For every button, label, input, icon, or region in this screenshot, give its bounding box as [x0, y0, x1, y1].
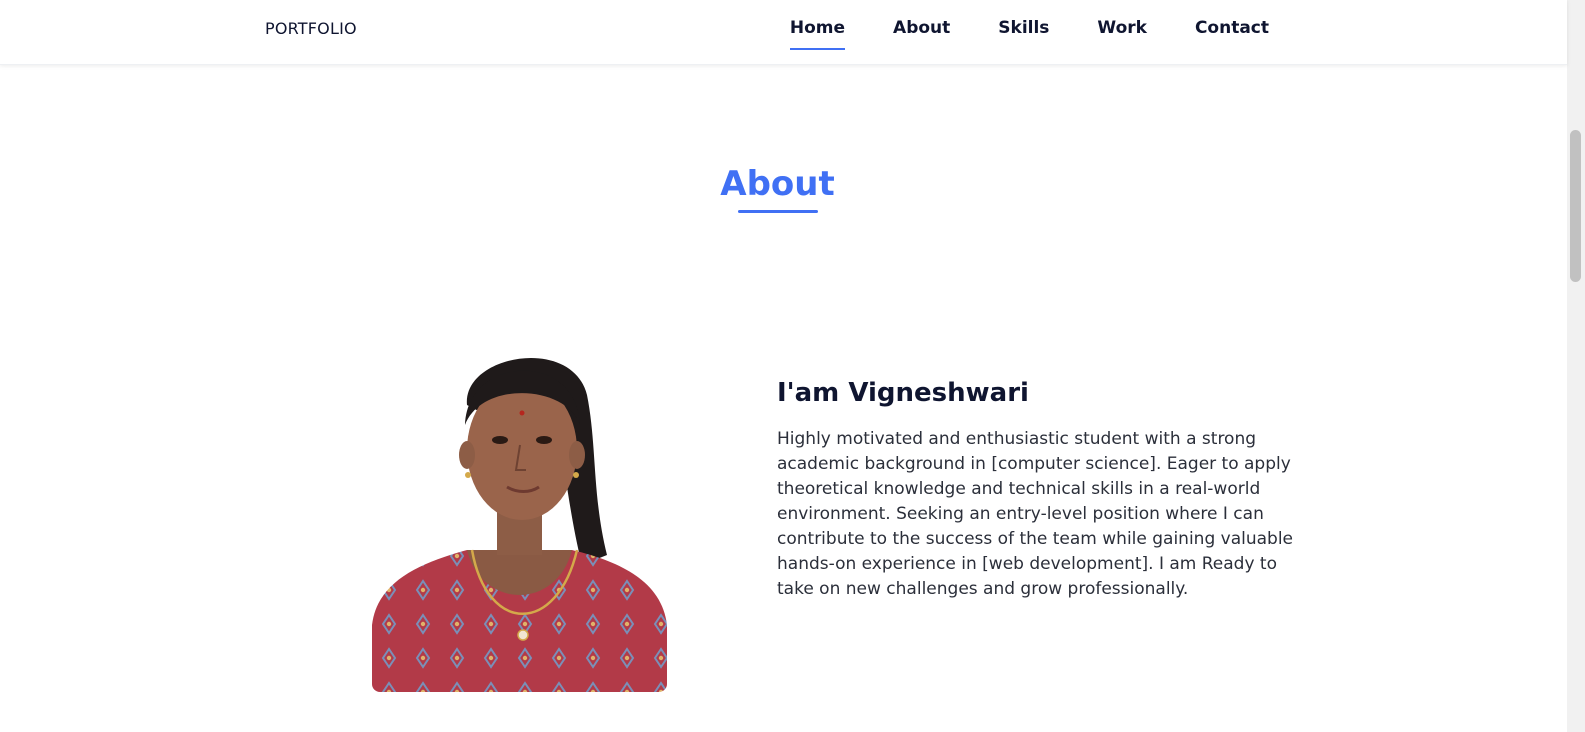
about-paragraph: Highly motivated and enthusiastic studen… [777, 429, 1294, 599]
nav-skills[interactable]: Skills [998, 0, 1049, 38]
scrollbar[interactable] [1567, 0, 1585, 732]
page: PORTFOLIO Home About Skills Work Contact… [0, 0, 1585, 732]
nav-contact[interactable]: Contact [1195, 0, 1269, 38]
logo[interactable]: PORTFOLIO [265, 19, 357, 38]
title-underline [738, 210, 818, 213]
nav-home[interactable]: Home [789, 0, 846, 50]
section-title: About [720, 164, 835, 204]
main-nav: Home About Skills Work Contact [742, 0, 1269, 64]
scrollbar-thumb[interactable] [1570, 130, 1581, 282]
site-header: PORTFOLIO Home About Skills Work Contact [0, 0, 1567, 65]
profile-photo [372, 335, 667, 692]
about-heading: I'am Vigneshwari [777, 378, 1029, 408]
nav-about[interactable]: About [893, 0, 950, 38]
nav-work[interactable]: Work [1097, 0, 1147, 38]
